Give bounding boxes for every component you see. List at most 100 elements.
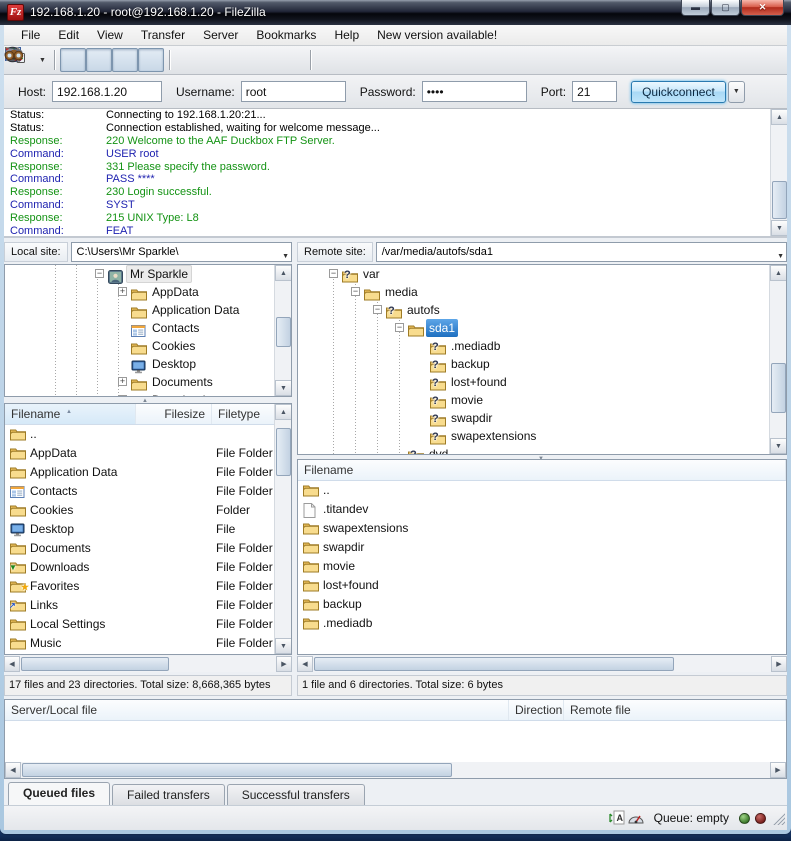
tree-item-label[interactable]: sda1 bbox=[426, 319, 458, 337]
menu-item-new-version-available[interactable]: New version available! bbox=[368, 26, 506, 44]
tree-item-label[interactable]: Cookies bbox=[149, 337, 198, 355]
toggle-queue-button[interactable]: Q bbox=[138, 48, 164, 72]
tab-successful-transfers[interactable]: Successful transfers bbox=[227, 784, 365, 805]
toggle-remote-tree-button[interactable]: F bbox=[112, 48, 138, 72]
remote-list-hscrollbar[interactable]: ◀ ▶ bbox=[297, 656, 787, 672]
collapse-icon[interactable]: − bbox=[329, 269, 338, 278]
menu-item-transfer[interactable]: Transfer bbox=[132, 26, 194, 44]
menu-item-file[interactable]: File bbox=[12, 26, 49, 44]
file-row-swapdir[interactable]: swapdir bbox=[298, 538, 786, 557]
file-row-local-settings[interactable]: Local SettingsFile Folder bbox=[5, 615, 291, 634]
file-row-movie[interactable]: movie bbox=[298, 557, 786, 576]
local-file-list[interactable]: ..AppDataFile FolderApplication DataFile… bbox=[5, 425, 291, 653]
chevron-down-icon[interactable]: ▼ bbox=[282, 248, 289, 262]
disconnect-button[interactable] bbox=[253, 48, 279, 72]
tree-item-mr-sparkle[interactable]: − Mr Sparkle bbox=[5, 265, 291, 283]
scroll-right-icon[interactable]: ▶ bbox=[276, 656, 292, 672]
file-row-item[interactable]: .. bbox=[298, 481, 786, 500]
tree-item-label[interactable]: var bbox=[360, 265, 383, 283]
scroll-down-icon[interactable]: ▼ bbox=[275, 638, 292, 654]
menu-item-help[interactable]: Help bbox=[325, 26, 368, 44]
local-list-hscrollbar[interactable]: ◀ ▶ bbox=[4, 656, 292, 672]
transfer-type-icon[interactable]: A bbox=[608, 810, 626, 826]
expand-icon[interactable]: + bbox=[118, 287, 127, 296]
tree-item-label[interactable]: media bbox=[382, 283, 421, 301]
collapse-icon[interactable]: − bbox=[373, 305, 382, 314]
tab-failed-transfers[interactable]: Failed transfers bbox=[112, 784, 225, 805]
tree-item-label[interactable]: Documents bbox=[149, 373, 216, 391]
local-tree-panel[interactable]: ▲ ▼ −Mr Sparkle+AppDataApplication DataC… bbox=[4, 264, 292, 397]
collapse-icon[interactable]: − bbox=[95, 269, 104, 278]
remote-file-list-panel[interactable]: Filename ...titandevswapextensionsswapdi… bbox=[297, 459, 787, 655]
tree-item-label[interactable]: AppData bbox=[149, 283, 202, 301]
tree-item-dvd[interactable]: ?dvd bbox=[298, 445, 786, 455]
tree-item-swapdir[interactable]: ?swapdir bbox=[298, 409, 786, 427]
file-row-mediadb[interactable]: .mediadb bbox=[298, 614, 786, 633]
titlebar[interactable]: Fz 192.168.1.20 - root@192.168.1.20 - Fi… bbox=[0, 0, 791, 25]
local-file-list-panel[interactable]: ▲FilenameFilesizeFiletype ..AppDataFile … bbox=[4, 403, 292, 655]
find-files-button[interactable] bbox=[394, 48, 420, 72]
file-row-item[interactable]: .. bbox=[5, 425, 291, 444]
remote-file-list[interactable]: ...titandevswapextensionsswapdirmovielos… bbox=[298, 481, 786, 633]
tree-item-sda1[interactable]: − sda1 bbox=[298, 319, 786, 337]
file-row-swapextensions[interactable]: swapextensions bbox=[298, 519, 786, 538]
scroll-down-icon[interactable]: ▼ bbox=[771, 220, 787, 236]
remote-site-combo[interactable]: /var/media/autofs/sda1 ▼ bbox=[376, 242, 787, 262]
toggle-message-log-button[interactable] bbox=[60, 48, 86, 72]
message-log[interactable]: Status:Connecting to 192.168.1.20:21...S… bbox=[4, 109, 787, 238]
tree-item-documents[interactable]: +Documents bbox=[5, 373, 291, 391]
quickconnect-dropdown[interactable]: ▼ bbox=[728, 81, 745, 103]
file-row-desktop[interactable]: DesktopFile bbox=[5, 520, 291, 539]
queue-header-remote[interactable]: Remote file bbox=[564, 700, 786, 720]
toggle-local-tree-button[interactable]: L bbox=[86, 48, 112, 72]
queue-hscrollbar[interactable]: ◀ ▶ bbox=[5, 762, 786, 778]
file-row-cookies[interactable]: CookiesFolder bbox=[5, 501, 291, 520]
column-header-filename[interactable]: Filename bbox=[298, 460, 786, 480]
log-scrollbar[interactable]: ▲ ▼ bbox=[770, 109, 787, 236]
minimize-button[interactable]: ▬ bbox=[681, 0, 710, 16]
tree-item-label[interactable]: swapdir bbox=[448, 409, 495, 427]
speed-limit-icon[interactable] bbox=[626, 811, 646, 825]
column-header-filename[interactable]: ▲Filename bbox=[5, 404, 136, 424]
local-list-scrollbar[interactable]: ▲ ▼ bbox=[274, 404, 291, 654]
tree-item-desktop[interactable]: Desktop bbox=[5, 355, 291, 373]
tree-item-cookies[interactable]: Cookies bbox=[5, 337, 291, 355]
tree-item-label[interactable]: Mr Sparkle bbox=[126, 265, 192, 283]
host-input[interactable] bbox=[52, 81, 162, 102]
process-queue-button[interactable]: Q bbox=[201, 48, 227, 72]
file-row-application-data[interactable]: Application DataFile Folder bbox=[5, 463, 291, 482]
tree-item-label[interactable]: Downloads bbox=[149, 391, 214, 397]
compare-directories-button[interactable] bbox=[316, 48, 342, 72]
close-button[interactable]: ✕ bbox=[741, 0, 784, 16]
file-row-music[interactable]: MusicFile Folder bbox=[5, 634, 291, 653]
tree-item-downloads[interactable]: +▼Downloads bbox=[5, 391, 291, 397]
log-scroll-thumb[interactable] bbox=[772, 181, 787, 219]
menu-item-view[interactable]: View bbox=[88, 26, 132, 44]
tree-item-swapextensions[interactable]: ?swapextensions bbox=[298, 427, 786, 445]
local-list-scroll-thumb[interactable] bbox=[276, 428, 291, 476]
collapse-icon[interactable]: − bbox=[351, 287, 360, 296]
username-input[interactable] bbox=[241, 81, 346, 102]
port-input[interactable] bbox=[572, 81, 617, 102]
password-input[interactable] bbox=[422, 81, 527, 102]
remote-hscroll-thumb[interactable] bbox=[314, 657, 674, 671]
menu-item-server[interactable]: Server bbox=[194, 26, 247, 44]
tree-item-label[interactable]: autofs bbox=[404, 301, 443, 319]
scroll-left-icon[interactable]: ◀ bbox=[297, 656, 313, 672]
tree-item-label[interactable]: Application Data bbox=[149, 301, 242, 319]
tree-item-label[interactable]: dvd bbox=[426, 445, 451, 455]
tree-item-application-data[interactable]: Application Data bbox=[5, 301, 291, 319]
collapse-icon[interactable]: − bbox=[395, 323, 404, 332]
file-row-documents[interactable]: DocumentsFile Folder bbox=[5, 539, 291, 558]
scroll-left-icon[interactable]: ◀ bbox=[4, 656, 20, 672]
tree-item-label[interactable]: lost+found bbox=[448, 373, 510, 391]
queue-hscroll-thumb[interactable] bbox=[22, 763, 452, 777]
quickconnect-button[interactable]: Quickconnect bbox=[631, 81, 726, 103]
local-site-combo[interactable]: C:\Users\Mr Sparkle\ ▼ bbox=[71, 242, 292, 262]
scroll-up-icon[interactable]: ▲ bbox=[771, 109, 787, 125]
tree-item-label[interactable]: Contacts bbox=[149, 319, 202, 337]
filter-listings-button[interactable] bbox=[342, 48, 368, 72]
tree-item-label[interactable]: swapextensions bbox=[448, 427, 539, 445]
tree-item-label[interactable]: movie bbox=[448, 391, 486, 409]
tree-item-movie[interactable]: ?movie bbox=[298, 391, 786, 409]
